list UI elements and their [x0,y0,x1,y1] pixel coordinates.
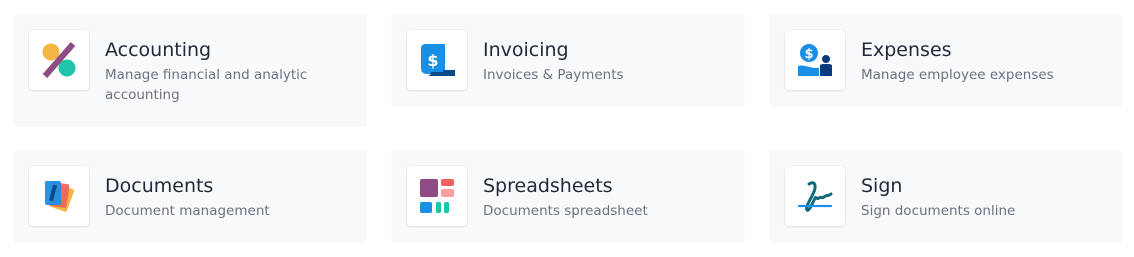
app-title: Documents [105,175,214,197]
spreadsheet-grid-icon [407,166,467,226]
app-card-accounting[interactable]: Accounting Manage financial and analytic… [13,15,367,127]
svg-text:$: $ [427,51,438,70]
app-description: Invoices & Payments [483,67,624,83]
app-title: Sign [861,175,903,197]
app-card-spreadsheets[interactable]: Spreadsheets Documents spreadsheet [391,151,745,243]
app-description: Manage financial and analytic accounting [105,67,308,103]
signature-icon [785,166,845,226]
app-title: Spreadsheets [483,175,613,197]
app-title: Expenses [861,39,952,61]
app-card-documents[interactable]: Documents Document management [13,151,367,243]
documents-stack-icon [29,166,89,226]
app-card-expenses[interactable]: $ Expenses Manage employee expenses [769,15,1123,107]
invoice-dollar-icon: $ [407,30,467,90]
accounting-icon [29,30,89,90]
app-description: Manage employee expenses [861,67,1054,83]
app-description: Document management [105,203,270,219]
app-title: Invoicing [483,39,569,61]
expenses-person-dollar-icon: $ [785,30,845,90]
app-card-invoicing[interactable]: $ Invoicing Invoices & Payments [391,15,745,107]
app-description: Documents spreadsheet [483,203,648,219]
app-description: Sign documents online [861,203,1016,219]
app-card-sign[interactable]: Sign Sign documents online [769,151,1123,243]
app-title: Accounting [105,39,212,61]
svg-text:$: $ [804,47,813,62]
